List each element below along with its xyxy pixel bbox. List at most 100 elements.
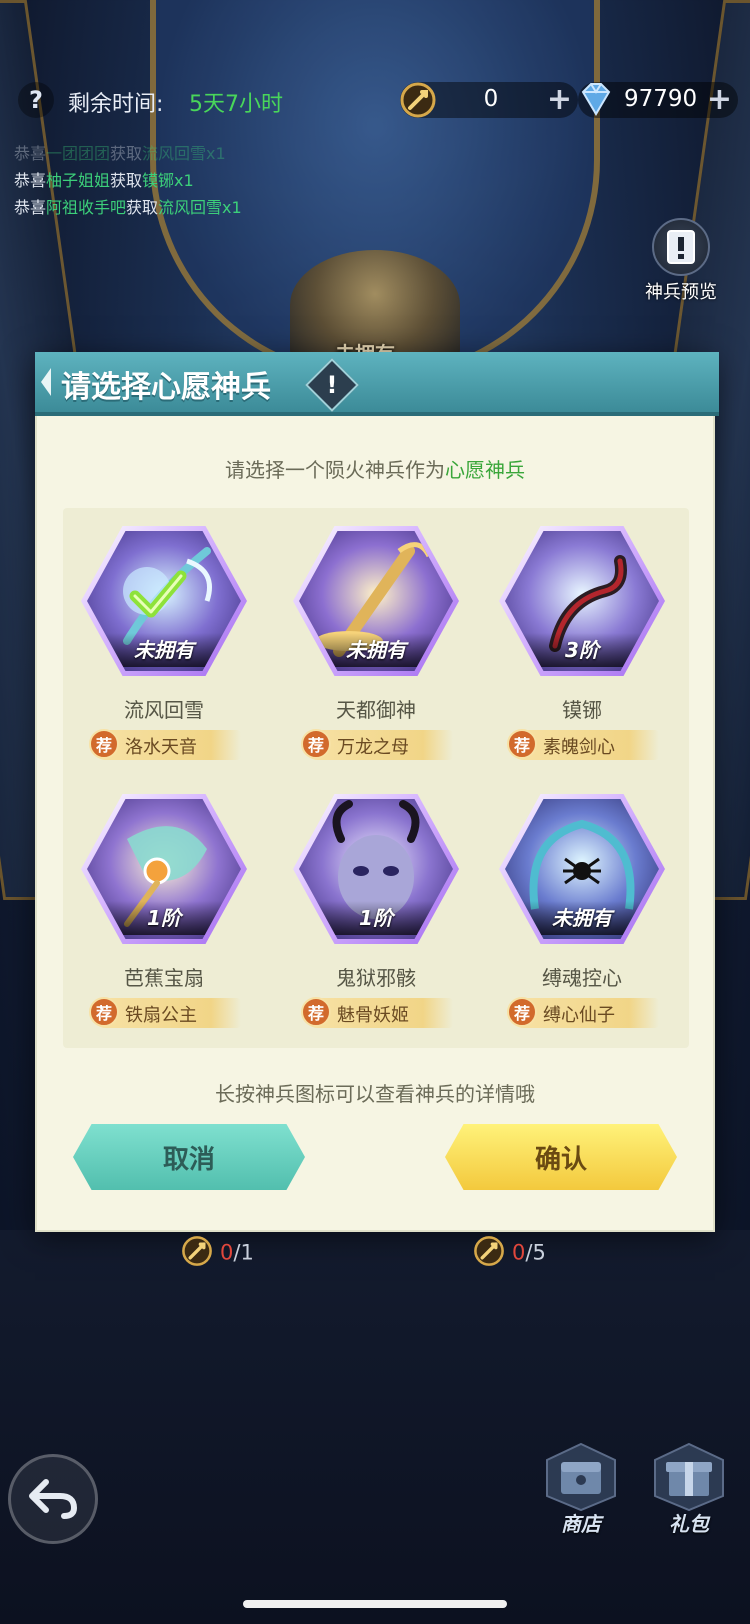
weapon-grid: 未拥有 流风回雪 荐 洛水天音 未拥有 天都御神 荐 万龙之母 3阶 镆铘 荐 … [63, 508, 689, 1048]
weapon-card-tiandu-yushen[interactable]: 未拥有 天都御神 荐 万龙之母 [281, 526, 471, 786]
weapon-name: 流风回雪 [124, 698, 204, 722]
gift-pack-label: 礼包 [669, 1512, 709, 1536]
weapon-hex-frame: 1阶 [81, 794, 247, 944]
subtitle-text: 请选择一个陨火神兵作为 [225, 458, 445, 482]
weapon-badge: 1阶 [87, 901, 241, 935]
feed-item: 流风回雪x1 [158, 198, 242, 217]
back-button[interactable] [8, 1454, 98, 1544]
token-icon [396, 78, 440, 122]
feed-player-name: 柚子姐姐 [46, 171, 111, 190]
recommend-icon: 荐 [89, 997, 119, 1027]
feed-prefix: 恭喜 [14, 198, 47, 217]
weapon-art: 未拥有 [299, 531, 453, 671]
selected-checkmark-icon [129, 570, 187, 618]
weapon-hex-frame: 3阶 [499, 526, 665, 676]
weapon-art: 1阶 [87, 799, 241, 939]
weapon-name: 芭蕉宝扇 [124, 966, 204, 990]
top-bar: ? 剩余时间: 5天7小时 0 + 97790 + [18, 78, 738, 122]
long-press-hint: 长按神兵图标可以查看神兵的详情哦 [215, 1082, 535, 1106]
recommended-hero-tag: 荐 洛水天音 [89, 729, 241, 760]
gift-pack-button[interactable]: 礼包 [646, 1440, 732, 1537]
card-preview-icon [652, 218, 710, 276]
recommended-hero-tag: 荐 魅骨妖姬 [301, 997, 453, 1028]
feed-prefix: 恭喜 [14, 144, 47, 163]
feed-item: 流风回雪x1 [142, 144, 226, 163]
recommended-hero-tag: 荐 铁扇公主 [89, 997, 241, 1028]
recommended-hero-tag: 荐 缚心仙子 [507, 997, 659, 1028]
home-indicator[interactable] [243, 1600, 507, 1608]
feed-prefix: 恭喜 [14, 171, 47, 190]
weapon-hex-frame: 1阶 [293, 794, 459, 944]
info-button[interactable]: ! [305, 358, 359, 412]
gem-count: 97790 [624, 86, 698, 112]
weapon-badge: 未拥有 [299, 633, 453, 667]
counter-current: 0 [512, 1240, 526, 1265]
recommended-hero-tag: 荐 万龙之母 [301, 729, 453, 760]
weapon-preview-label: 神兵预览 [645, 282, 717, 303]
gem-currency: 97790 + [578, 82, 738, 118]
shop-button[interactable]: 商店 [538, 1440, 624, 1537]
diamond-icon [574, 78, 618, 122]
remaining-time-value: 5天7小时 [189, 92, 283, 117]
recommended-hero-name: 万龙之母 [337, 737, 409, 758]
recommended-hero-name: 缚心仙子 [543, 1005, 615, 1026]
back-arrow-icon [29, 1479, 78, 1519]
shop-label: 商店 [561, 1512, 601, 1536]
info-icon: ! [326, 371, 338, 399]
weapon-badge: 3阶 [505, 633, 659, 667]
counter-current: 0 [220, 1240, 234, 1265]
shop-chest-icon [543, 1440, 619, 1514]
help-button[interactable]: ? [18, 82, 54, 118]
recommend-icon: 荐 [507, 997, 537, 1027]
recommend-icon: 荐 [301, 729, 331, 759]
weapon-hex-frame: 未拥有 [293, 526, 459, 676]
weapon-card-liufeng-huixue[interactable]: 未拥有 流风回雪 荐 洛水天音 [69, 526, 259, 786]
weapon-card-guiyu-xiehai[interactable]: 1阶 鬼狱邪骸 荐 魅骨妖姬 [281, 794, 471, 1054]
add-token-button[interactable]: + [547, 84, 572, 116]
gift-box-icon [651, 1440, 727, 1514]
add-gem-button[interactable]: + [707, 84, 732, 116]
weapon-art: 未拥有 [505, 799, 659, 939]
feed-line: 恭喜阿祖收手吧获取流风回雪x1 [14, 194, 242, 221]
weapon-badge: 未拥有 [505, 901, 659, 935]
dialog-title: 请选择心愿神兵 [61, 370, 271, 405]
feed-player-name: 一团团团 [46, 144, 111, 163]
help-icon: ? [29, 86, 43, 114]
recommend-icon: 荐 [301, 997, 331, 1027]
confirm-button[interactable]: 确认 [445, 1124, 677, 1190]
weapon-art: 3阶 [505, 531, 659, 671]
weapon-card-moye[interactable]: 3阶 镆铘 荐 素魄剑心 [487, 526, 677, 786]
weapon-card-fuhun-kongxin[interactable]: 未拥有 缚魂控心 荐 缚心仙子 [487, 794, 677, 1054]
draw-counter-2: 0/5 [472, 1234, 546, 1273]
counter-total: /5 [525, 1240, 546, 1265]
recommend-icon: 荐 [507, 729, 537, 759]
recommend-icon: 荐 [89, 729, 119, 759]
background-floor [0, 1230, 750, 1624]
weapon-badge: 1阶 [299, 901, 453, 935]
weapon-art: 1阶 [299, 799, 453, 939]
weapon-name: 天都御神 [336, 698, 416, 722]
wish-weapon-dialog: 请选择心愿神兵 ! 请选择一个陨火神兵作为心愿神兵 未拥有 流风回雪 荐 洛水天… [35, 352, 719, 1232]
dialog-header: 请选择心愿神兵 ! [35, 352, 719, 416]
weapon-card-bajiao-baoshan[interactable]: 1阶 芭蕉宝扇 荐 铁扇公主 [69, 794, 259, 1054]
feed-verb: 获取 [110, 144, 143, 163]
weapon-name: 缚魂控心 [542, 966, 622, 990]
feed-player-name: 阿祖收手吧 [46, 198, 127, 217]
weapon-badge: 未拥有 [87, 633, 241, 667]
dialog-subtitle: 请选择一个陨火神兵作为心愿神兵 [37, 454, 713, 483]
recommended-hero-name: 洛水天音 [125, 737, 197, 758]
weapon-preview-button[interactable]: 神兵预览 [636, 218, 726, 304]
recommended-hero-tag: 荐 素魄剑心 [507, 729, 659, 760]
weapon-name: 镆铘 [562, 698, 602, 722]
feed-verb: 获取 [110, 171, 143, 190]
weapon-hex-frame: 未拥有 [499, 794, 665, 944]
token-currency: 0 + [400, 82, 578, 118]
cancel-button[interactable]: 取消 [73, 1124, 305, 1190]
recommended-hero-name: 铁扇公主 [125, 1005, 197, 1026]
remaining-time-label: 剩余时间: [68, 92, 164, 117]
feed-line: 恭喜柚子姐姐获取镆铘x1 [14, 167, 242, 194]
counter-total: /1 [233, 1240, 254, 1265]
feed-item: 镆铘x1 [142, 171, 194, 190]
weapon-name: 鬼狱邪骸 [336, 966, 416, 990]
header-arrow-decoration [41, 368, 51, 396]
